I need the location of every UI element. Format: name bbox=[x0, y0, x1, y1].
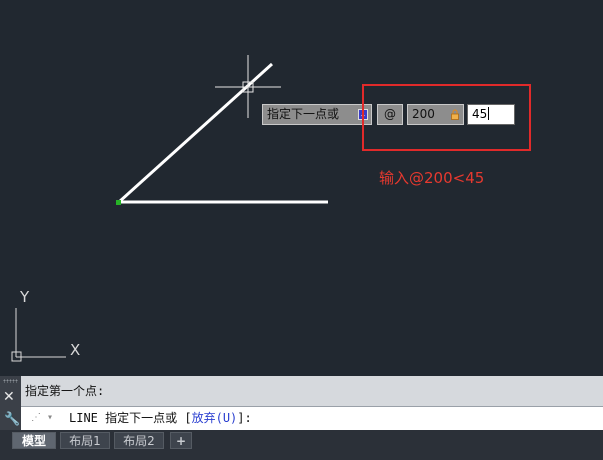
dynamic-input-prompt: 指定下一点或 ↓ bbox=[262, 104, 372, 125]
command-history: 指定第一个点: bbox=[21, 376, 603, 406]
command-input[interactable]: ⋰ ▾ LINE 指定下一点或 [放弃(U)]: bbox=[21, 406, 603, 430]
annotation-text: 输入@200<45 bbox=[379, 169, 485, 187]
recent-commands-icon[interactable]: ⋰ ▾ bbox=[31, 407, 53, 429]
close-icon[interactable]: ✕ bbox=[3, 390, 15, 404]
highlight-box bbox=[362, 84, 531, 151]
ucs-y-label: Y bbox=[20, 288, 30, 306]
undo-option[interactable]: 放弃(U) bbox=[192, 411, 238, 425]
tab-layout1[interactable]: 布局1 bbox=[60, 432, 110, 449]
add-layout-button[interactable]: + bbox=[170, 432, 192, 449]
dynamic-input-prompt-text: 指定下一点或 bbox=[267, 107, 340, 121]
drawing-geometry bbox=[11, 55, 328, 362]
command-prompt-text: LINE 指定下一点或 [放弃(U)]: bbox=[69, 411, 252, 425]
command-line-panel: ✕ 🔧 指定第一个点: ⋰ ▾ LINE 指定下一点或 [放弃(U)]: bbox=[0, 376, 603, 430]
drag-handle-icon[interactable] bbox=[3, 379, 18, 383]
tab-model[interactable]: 模型 bbox=[12, 432, 56, 449]
drawing-canvas[interactable]: Y X 指定下一点或 ↓ @ 200 45 输入@200<45 bbox=[0, 0, 603, 376]
command-line-grip[interactable]: ✕ 🔧 bbox=[0, 376, 21, 430]
layout-tab-bar: 模型 布局1 布局2 + bbox=[0, 430, 603, 460]
ucs-x-label: X bbox=[70, 341, 81, 359]
line-segment-rubberband bbox=[117, 62, 274, 204]
ucs-icon bbox=[11, 308, 66, 362]
wrench-icon[interactable]: 🔧 bbox=[4, 412, 20, 427]
tab-layout2[interactable]: 布局2 bbox=[114, 432, 164, 449]
start-point-marker bbox=[116, 200, 121, 205]
